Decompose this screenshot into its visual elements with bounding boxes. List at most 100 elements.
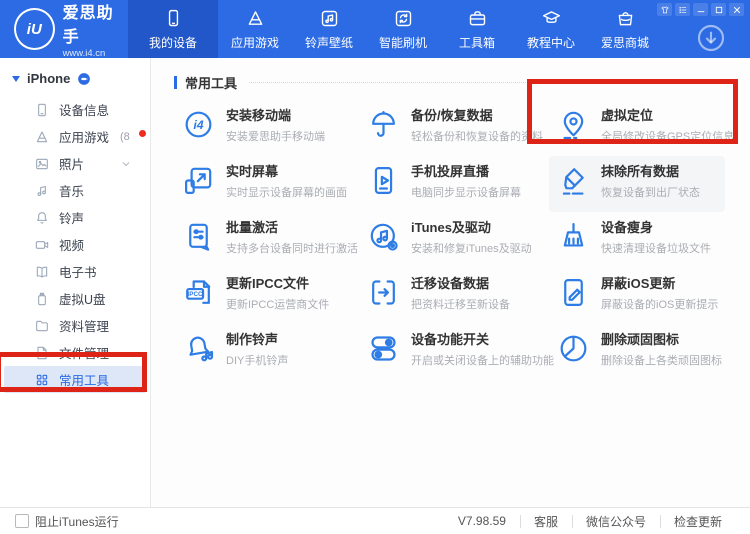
phone-icon — [163, 8, 184, 29]
tool-live-screen[interactable]: 实时屏幕实时显示设备屏幕的画面 — [174, 156, 359, 212]
sidebar-item-label: 常用工具 — [59, 370, 109, 389]
sidebar-item-label: 视频 — [59, 235, 84, 254]
bell-icon — [34, 210, 50, 226]
tool-subtitle: 恢复设备到出厂状态 — [601, 184, 700, 200]
maximize-button[interactable] — [711, 3, 726, 16]
nav-item-i4-mall[interactable]: 爱思商城 — [588, 0, 662, 58]
tool-title: 设备功能开关 — [411, 331, 554, 348]
status-link-check-update[interactable]: 检查更新 — [660, 513, 736, 530]
sidebar-item-photos[interactable]: 照片 — [4, 150, 146, 177]
tool-device-switches[interactable]: 设备功能开关开启或关闭设备上的辅助功能 — [359, 324, 549, 380]
section-accent-bar — [174, 76, 177, 89]
i4-logo-icon: iU — [14, 8, 55, 50]
status-link-wechat-official[interactable]: 微信公众号 — [572, 513, 660, 530]
theme-button[interactable] — [657, 3, 672, 16]
nav-item-label: 应用游戏 — [231, 34, 279, 51]
file-doc-icon — [34, 345, 50, 361]
pie-circle-icon — [557, 332, 590, 365]
nav-item-label: 教程中心 — [527, 34, 575, 51]
migrate-icon — [367, 276, 400, 309]
sidebar-device-header[interactable]: iPhone — [0, 58, 150, 92]
sidebar-item-data-management[interactable]: 资料管理 — [4, 312, 146, 339]
music-note-icon — [34, 183, 50, 199]
tool-subtitle: 轻松备份和恢复设备的资料 — [411, 128, 543, 144]
menu-button[interactable] — [675, 3, 690, 16]
notification-dot-icon — [139, 130, 146, 137]
tool-make-ringtone[interactable]: 制作铃声DIY手机铃声 — [174, 324, 359, 380]
minus-icon — [696, 5, 706, 15]
sidebar-item-common-tools[interactable]: 常用工具 — [4, 366, 146, 393]
section-divider — [249, 82, 736, 83]
sidebar-item-ebooks[interactable]: 电子书 — [4, 258, 146, 285]
grad-cap-icon — [541, 8, 562, 29]
tool-title: iTunes及驱动 — [411, 219, 532, 236]
main-nav: 我的设备应用游戏 铃声壁纸智能刷机工具箱教程中心爱思商城 — [128, 0, 662, 58]
sidebar-item-ringtones[interactable]: 铃声 — [4, 204, 146, 231]
nav-item-smart-flash[interactable]: 智能刷机 — [366, 0, 440, 58]
tool-subtitle: 快速清理设备垃圾文件 — [601, 240, 711, 256]
minimize-button[interactable] — [693, 3, 708, 16]
nav-item-my-devices[interactable]: 我的设备 — [128, 0, 218, 58]
toolbox-icon — [467, 8, 488, 29]
grid-icon — [34, 372, 50, 388]
sidebar-item-virtual-usb[interactable]: 虚拟U盘 — [4, 285, 146, 312]
download-button[interactable] — [695, 22, 727, 54]
close-button[interactable] — [729, 3, 744, 16]
tool-title: 设备瘦身 — [601, 219, 711, 236]
block-itunes-checkbox[interactable]: 阻止iTunes运行 — [0, 513, 119, 530]
location-pin-icon — [557, 108, 590, 141]
sidebar-item-device-info[interactable]: 设备信息 — [4, 96, 146, 123]
toggles-icon — [367, 332, 400, 365]
tool-block-ios-update[interactable]: 屏蔽iOS更新屏蔽设备的iOS更新提示 — [549, 268, 725, 324]
tool-migrate-data[interactable]: 迁移设备数据把资料迁移至新设备 — [359, 268, 549, 324]
app-a-icon — [34, 129, 50, 145]
tool-device-slim[interactable]: 设备瘦身快速清理设备垃圾文件 — [549, 212, 725, 268]
music-box-icon — [319, 8, 340, 29]
itunes-gear-icon — [367, 220, 400, 253]
tool-title: 抹除所有数据 — [601, 163, 700, 180]
tool-subtitle: 开启或关闭设备上的辅助功能 — [411, 352, 554, 368]
screen-mirror-icon — [182, 164, 215, 197]
tool-subtitle: 全局修改设备GPS定位信息 — [601, 128, 734, 144]
tool-title: 删除顽固图标 — [601, 331, 722, 348]
tool-subtitle: 删除设备上各类顽固图标 — [601, 352, 722, 368]
sidebar-item-label: 文件管理 — [59, 343, 109, 362]
video-cam-icon — [34, 237, 50, 253]
status-bar: 阻止iTunes运行 V7.98.59 客服微信公众号检查更新 — [0, 507, 750, 534]
tool-batch-activate[interactable]: 批量激活支持多台设备同时进行激活 — [174, 212, 359, 268]
nav-item-ringtones-wallpaper[interactable]: 铃声壁纸 — [292, 0, 366, 58]
checkbox-icon[interactable] — [15, 514, 29, 528]
chevron-down-icon[interactable] — [120, 158, 132, 170]
tool-title: 批量激活 — [226, 219, 358, 236]
tool-title: 屏蔽iOS更新 — [601, 275, 718, 292]
tool-subtitle: 安装爱思助手移动端 — [226, 128, 325, 144]
sidebar-item-label: 设备信息 — [59, 100, 109, 119]
sidebar-item-music[interactable]: 音乐 — [4, 177, 146, 204]
nav-item-toolbox[interactable]: 工具箱 — [440, 0, 514, 58]
sidebar-item-videos[interactable]: 视频 — [4, 231, 146, 258]
status-link-customer-service[interactable]: 客服 — [520, 513, 572, 530]
eraser-icon — [557, 164, 590, 197]
tool-subtitle: 支持多台设备同时进行激活 — [226, 240, 358, 256]
nav-item-tutorial-center[interactable]: 教程中心 — [514, 0, 588, 58]
tool-erase-all-data[interactable]: 抹除所有数据恢复设备到出厂状态 — [549, 156, 725, 212]
tool-itunes-driver[interactable]: iTunes及驱动安装和修复iTunes及驱动 — [359, 212, 549, 268]
tool-subtitle: 电脑同步显示设备屏幕 — [411, 184, 521, 200]
sidebar: iPhone 设备信息应用游戏(8照片音乐铃声视频电子书虚拟U盘资料管理文件管理… — [0, 58, 151, 508]
nav-item-app-games[interactable]: 应用游戏 — [218, 0, 292, 58]
tool-virtual-location[interactable]: 虚拟定位全局修改设备GPS定位信息 — [549, 100, 725, 156]
app-title: 爱思助手 — [63, 0, 128, 47]
section-header: 常用工具 — [174, 72, 736, 92]
tool-screen-cast[interactable]: 手机投屏直播电脑同步显示设备屏幕 — [359, 156, 549, 212]
tool-title: 手机投屏直播 — [411, 163, 521, 180]
tool-backup-restore[interactable]: 备份/恢复数据轻松备份和恢复设备的资料 — [359, 100, 549, 156]
device-name: iPhone — [27, 71, 70, 86]
sidebar-item-file-management[interactable]: 文件管理 — [4, 339, 146, 366]
tool-install-mobile[interactable]: i4安装移动端安装爱思助手移动端 — [174, 100, 359, 156]
nav-item-label: 铃声壁纸 — [305, 34, 353, 51]
appstore-icon — [245, 8, 266, 29]
close-icon — [732, 5, 742, 15]
sidebar-item-app-games[interactable]: 应用游戏(8 — [4, 123, 146, 150]
tool-remove-stubborn-icons[interactable]: 删除顽固图标删除设备上各类顽固图标 — [549, 324, 725, 380]
tool-update-ipcc[interactable]: IPCC更新IPCC文件更新IPCC运营商文件 — [174, 268, 359, 324]
